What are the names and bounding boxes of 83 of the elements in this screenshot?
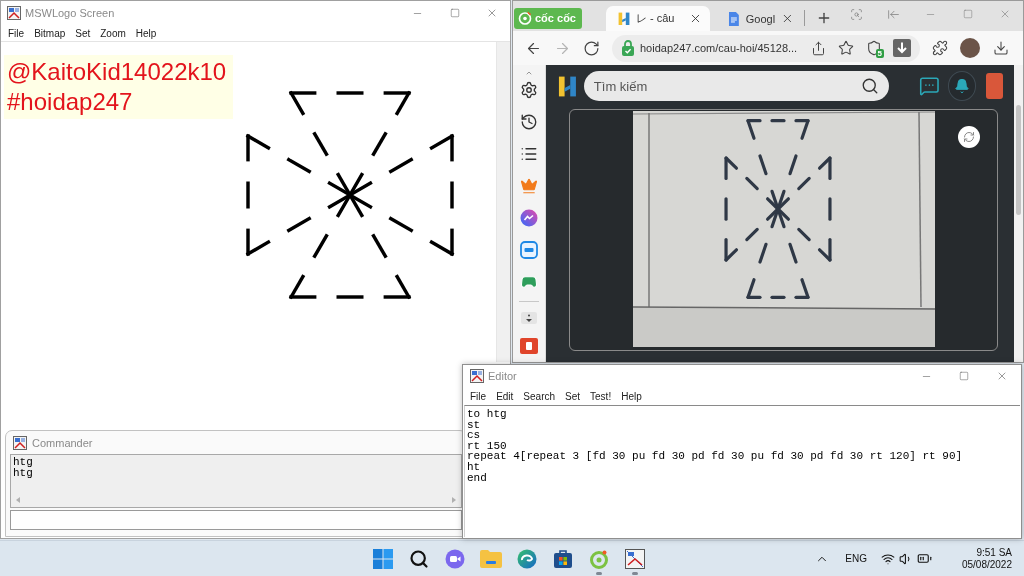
command-input-field[interactable]	[10, 510, 462, 530]
ring-logo-icon	[518, 11, 532, 25]
lock-icon	[621, 40, 635, 56]
code-line: st	[467, 419, 482, 431]
four-squares-icon	[373, 548, 393, 569]
maximize-icon	[962, 9, 973, 19]
menu-item[interactable]: File	[3, 27, 30, 39]
close-icon	[996, 370, 1008, 382]
window-title: Commander	[32, 436, 93, 449]
menu-item[interactable]: Search	[518, 390, 561, 402]
canvas-text: #hoidap247	[7, 87, 134, 117]
browser-tab[interactable]: Googl	[709, 6, 802, 31]
bell-icon	[953, 78, 970, 94]
folder-icon	[480, 549, 502, 568]
shopping-bag-icon	[553, 548, 573, 569]
ring-logo-icon	[589, 548, 609, 569]
message-icon[interactable]	[918, 75, 940, 97]
chat-bubble-icon[interactable]	[520, 209, 538, 227]
language-indicator[interactable]: ENG	[843, 553, 869, 564]
app-icon	[470, 369, 484, 383]
app-icon	[13, 435, 27, 450]
chat-square-icon[interactable]	[520, 241, 538, 259]
scroll-down-icon[interactable]	[520, 312, 538, 324]
code-line: ht	[467, 461, 481, 473]
notification-button[interactable]	[947, 71, 976, 101]
browser-tab[interactable]: レ - câu	[605, 6, 710, 31]
reload-icon	[583, 39, 600, 57]
avatar-placeholder	[960, 38, 980, 58]
menu-item[interactable]: Zoom	[95, 27, 131, 39]
extension-badge: 5	[875, 49, 884, 58]
list-icon[interactable]	[520, 145, 538, 163]
output-line: htg	[13, 467, 34, 479]
menu-item[interactable]: Set	[70, 27, 96, 39]
screen-search-icon	[850, 7, 863, 21]
scroll-up-icon[interactable]	[525, 69, 533, 77]
code-line: to htg	[467, 409, 508, 420]
history-icon[interactable]	[520, 113, 538, 131]
video-chat-icon	[445, 548, 465, 569]
code-line: rt 150	[467, 440, 508, 452]
url-text: hoidap247.com/cau-hoi/45128...	[640, 42, 798, 54]
code-line: repeat 4[repeat 3 [fd 30 pu fd 30 pd fd 30 pu fd 30 pd fd 30 rt 120] rt 90]	[467, 451, 964, 462]
refresh-icon	[963, 131, 975, 143]
close-tab-icon[interactable]	[781, 12, 794, 25]
download-icon	[992, 40, 1009, 56]
site-logo-icon	[617, 11, 630, 26]
menu-item[interactable]: Bitmap	[29, 27, 71, 39]
site-logo-icon	[558, 74, 577, 98]
menu-item[interactable]: Test!	[585, 390, 617, 402]
canvas-text: @KaitoKid14022k10	[7, 57, 228, 87]
arrow-bar-icon	[887, 7, 900, 21]
menu-item[interactable]: File	[465, 390, 492, 402]
code-line: cs	[467, 430, 482, 441]
menu-item[interactable]: Set	[560, 390, 586, 402]
search-icon[interactable]	[860, 77, 879, 95]
battery-icon	[916, 551, 932, 566]
search-field[interactable]: Tìm kiếm	[583, 71, 889, 101]
menu-item[interactable]: Help	[130, 27, 162, 39]
settings-icon[interactable]	[520, 81, 538, 99]
star-icon	[838, 40, 854, 56]
menu-item[interactable]: Edit	[491, 390, 519, 402]
clock-date: 05/08/2022	[961, 559, 1012, 570]
document-icon	[727, 11, 740, 26]
wifi-icon	[880, 551, 895, 566]
app-tile-icon[interactable]	[520, 338, 538, 354]
code-editor-field[interactable]: to htg st cs rt 150 repeat 4[repeat 3 [fd 30 pu fd 30 pd fd 30 pu fd 30 pd fd 30 rt 120] rt 90] ht end	[464, 405, 1020, 537]
window-title: MSWLogo Screen	[25, 7, 115, 19]
search-icon	[409, 548, 429, 569]
maximize-icon	[449, 8, 460, 18]
app-icon	[7, 6, 21, 20]
share-icon	[810, 40, 826, 56]
refresh-button[interactable]	[958, 126, 980, 148]
output-line: htg	[13, 457, 34, 468]
menu-item[interactable]: Help	[616, 390, 647, 402]
puzzle-icon	[932, 40, 948, 56]
shield-icon	[866, 40, 882, 56]
swirl-circle-icon	[517, 548, 537, 569]
address-bar[interactable]: hoidap247.com/cau-hoi/45128... 5	[612, 34, 920, 62]
drawing-app-icon	[625, 548, 645, 569]
window-title: Editor	[488, 370, 517, 382]
code-line: end	[467, 472, 488, 484]
maximize-icon	[959, 371, 969, 381]
crown-icon[interactable]	[520, 177, 538, 195]
clock-time: 9:51 SA	[976, 547, 1012, 558]
